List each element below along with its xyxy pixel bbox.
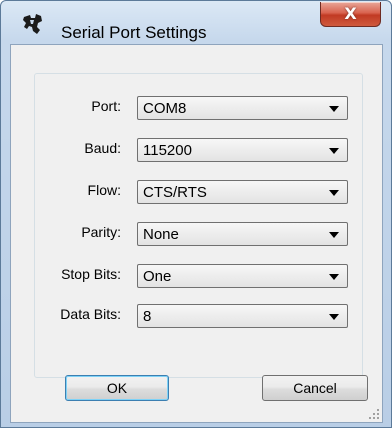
data-bits-select[interactable]: 8 bbox=[137, 304, 348, 328]
chevron-down-icon bbox=[329, 232, 339, 238]
parity-select[interactable]: None bbox=[137, 222, 348, 246]
flow-value: CTS/RTS bbox=[143, 184, 207, 201]
data-bits-label: Data Bits: bbox=[60, 306, 121, 322]
title-bar[interactable]: Serial Port Settings X bbox=[1, 1, 391, 41]
close-button[interactable]: X bbox=[320, 2, 381, 27]
stop-bits-value: One bbox=[143, 268, 172, 285]
chevron-down-icon bbox=[329, 148, 339, 154]
texas-instruments-logo-icon bbox=[23, 14, 42, 34]
port-select[interactable]: COM8 bbox=[137, 96, 348, 120]
chevron-down-icon bbox=[329, 106, 339, 112]
settings-group: Port: COM8 Baud: 115200 Flow: CTS/RTS Pa… bbox=[34, 73, 363, 378]
parity-value: None bbox=[143, 226, 179, 243]
baud-label: Baud: bbox=[84, 140, 121, 156]
chevron-down-icon bbox=[329, 190, 339, 196]
data-bits-value: 8 bbox=[143, 308, 152, 325]
parity-label: Parity: bbox=[81, 224, 121, 240]
resize-grip-icon[interactable] bbox=[368, 408, 380, 420]
port-label: Port: bbox=[91, 98, 121, 114]
cancel-button[interactable]: Cancel bbox=[262, 375, 368, 401]
serial-port-settings-dialog: Serial Port Settings X Port: COM8 Baud: … bbox=[0, 0, 392, 428]
chevron-down-icon bbox=[329, 314, 339, 320]
flow-select[interactable]: CTS/RTS bbox=[137, 180, 348, 204]
window-title: Serial Port Settings bbox=[61, 23, 207, 42]
baud-value: 115200 bbox=[143, 142, 192, 159]
baud-select[interactable]: 115200 bbox=[137, 138, 348, 162]
ok-button[interactable]: OK bbox=[65, 375, 169, 401]
dialog-client-area: Port: COM8 Baud: 115200 Flow: CTS/RTS Pa… bbox=[10, 44, 383, 423]
close-icon: X bbox=[344, 4, 357, 23]
flow-label: Flow: bbox=[87, 182, 121, 198]
chevron-down-icon bbox=[329, 274, 339, 280]
stop-bits-label: Stop Bits: bbox=[61, 266, 121, 282]
port-value: COM8 bbox=[143, 100, 187, 117]
stop-bits-select[interactable]: One bbox=[137, 264, 348, 288]
